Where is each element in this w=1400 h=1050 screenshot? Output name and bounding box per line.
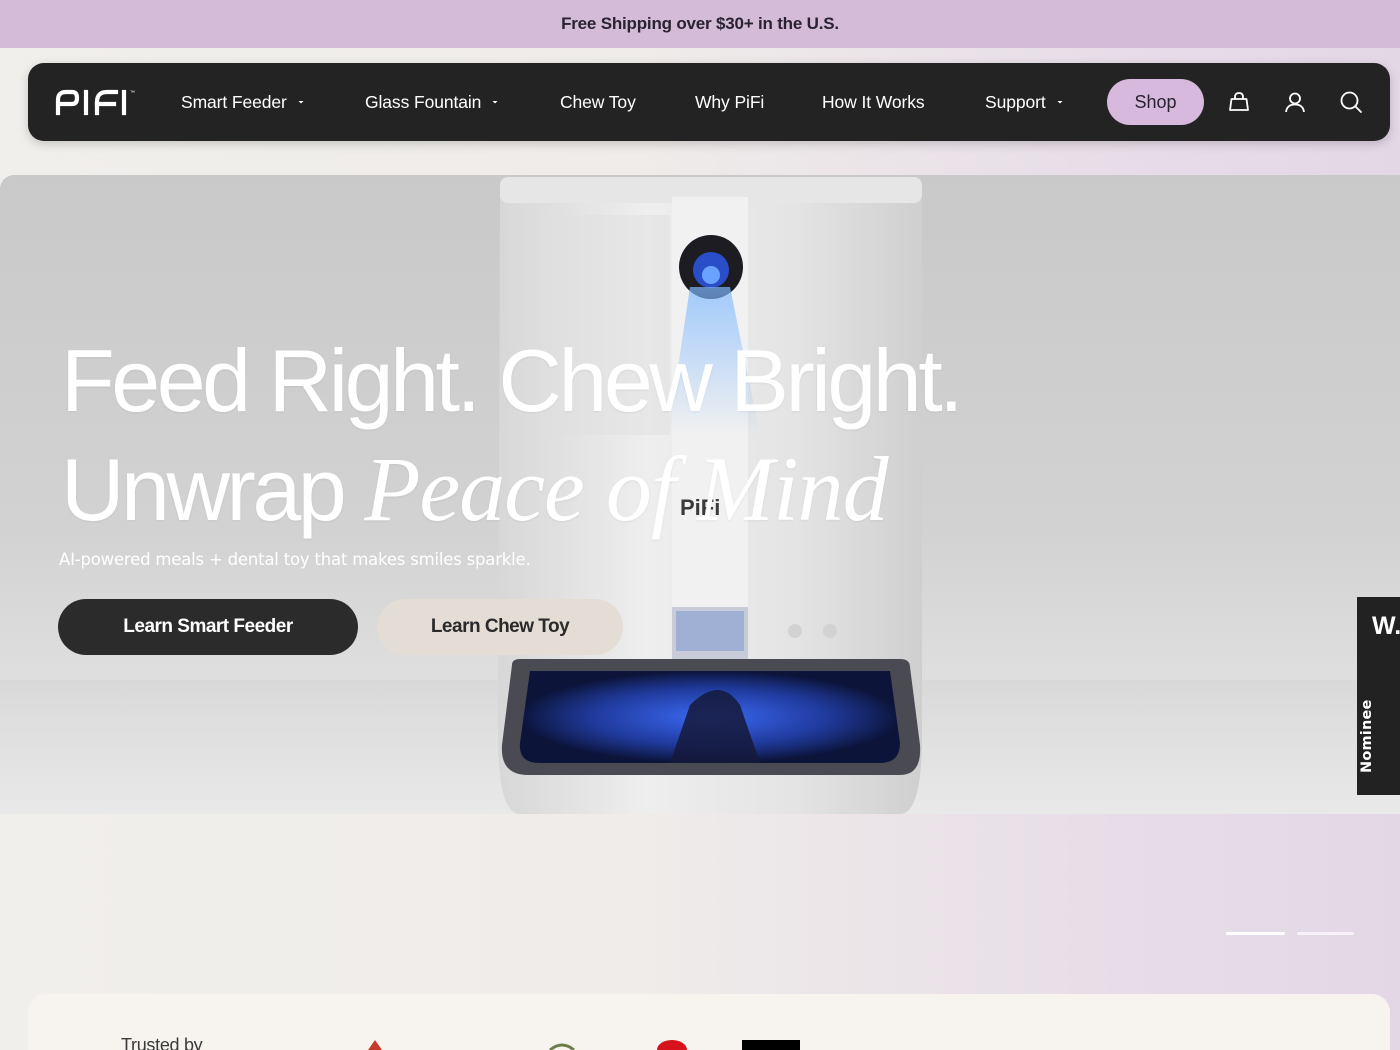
press-logo-1: [368, 1040, 382, 1050]
bag-icon[interactable]: [1227, 90, 1251, 114]
trusted-by-section: Trusted by: [28, 994, 1390, 1050]
nav-item-label: How It Works: [822, 91, 925, 112]
nav-item-label: Support: [985, 91, 1046, 112]
svg-text:™: ™: [130, 90, 135, 96]
announcement-bar: Free Shipping over $30+ in the U.S.: [0, 0, 1400, 48]
learn-chew-toy-button[interactable]: Learn Chew Toy: [377, 599, 623, 655]
pifi-logo[interactable]: ™: [54, 87, 138, 117]
search-icon[interactable]: [1339, 90, 1363, 114]
press-logo-4: [742, 1040, 800, 1050]
announcement-text: Free Shipping over $30+ in the U.S.: [561, 14, 839, 33]
chevron-down-icon: [492, 101, 498, 104]
nav-item-glass-fountain[interactable]: Glass Fountain: [365, 63, 499, 141]
nav-item-label: Smart Feeder: [181, 91, 287, 112]
hero-title-line2: Unwrap: [61, 440, 347, 539]
trusted-by-label: Trusted by: [121, 1035, 203, 1050]
carousel-dot-1[interactable]: [1226, 932, 1285, 935]
hero-title-italic: Peace of Mind: [364, 438, 888, 540]
nav-item-support[interactable]: Support: [985, 63, 1064, 141]
learn-smart-feeder-button[interactable]: Learn Smart Feeder: [58, 599, 358, 655]
carousel-dot-2[interactable]: [1297, 932, 1354, 935]
chevron-down-icon: [298, 101, 304, 104]
user-icon[interactable]: [1283, 90, 1307, 114]
awards-nominee-badge[interactable]: W. Nominee: [1357, 597, 1400, 795]
hero-subtitle: AI-powered meals + dental toy that makes…: [59, 550, 531, 569]
chevron-down-icon: [1057, 101, 1063, 104]
badge-label: Nominee: [1359, 699, 1375, 773]
badge-letter: W.: [1372, 612, 1400, 640]
nav-item-label: Why PiFi: [695, 91, 765, 112]
hero-section: PiFi Feed Right. Chew Bright. Unwrap Pea…: [0, 175, 1400, 814]
nav-item-chew-toy[interactable]: Chew Toy: [560, 63, 636, 141]
nav-item-label: Chew Toy: [560, 91, 636, 112]
main-nav: ™ Smart Feeder Glass Fountain Chew Toy W…: [28, 63, 1390, 141]
hero-title-line1: Feed Right. Chew Bright.: [61, 331, 964, 430]
nav-item-how-it-works[interactable]: How It Works: [822, 63, 925, 141]
press-logo-3: [657, 1040, 687, 1050]
nav-item-smart-feeder[interactable]: Smart Feeder: [181, 63, 305, 141]
shop-button[interactable]: Shop: [1107, 79, 1204, 125]
nav-item-label: Glass Fountain: [365, 91, 482, 112]
nav-item-why-pifi[interactable]: Why PiFi: [695, 63, 764, 141]
hero-title: Feed Right. Chew Bright. Unwrap Peace of…: [61, 327, 964, 544]
press-logo-2: [549, 1043, 575, 1050]
